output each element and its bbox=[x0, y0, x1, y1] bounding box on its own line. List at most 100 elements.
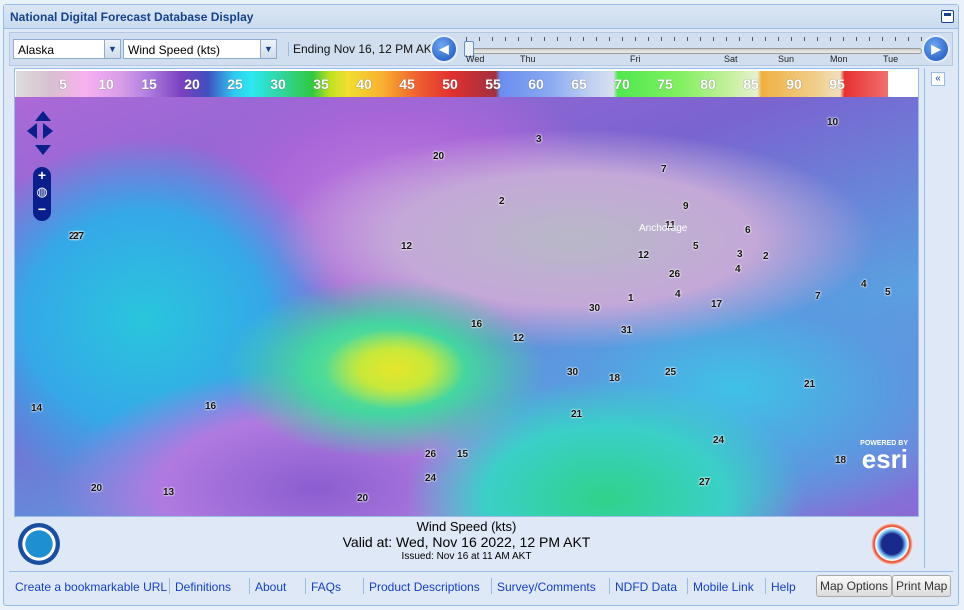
station-value: 21 bbox=[571, 409, 583, 420]
chevron-down-icon[interactable]: ▼ bbox=[104, 40, 120, 58]
station-value: 25 bbox=[665, 367, 677, 378]
legend-label: 80 bbox=[700, 76, 716, 92]
footer-link[interactable]: Product Descriptions bbox=[369, 580, 480, 594]
station-value: 24 bbox=[425, 473, 437, 484]
station-value: 20 bbox=[91, 483, 103, 494]
timeline-tick bbox=[505, 37, 506, 41]
legend-label: 25 bbox=[227, 76, 243, 92]
station-value: 2 bbox=[763, 251, 769, 262]
station-value: 27 bbox=[73, 231, 85, 242]
timeline-tick bbox=[635, 37, 636, 41]
footer-link[interactable]: About bbox=[255, 580, 286, 594]
nws-logo bbox=[871, 523, 913, 565]
station-value: 20 bbox=[357, 493, 369, 504]
timeline-tick bbox=[791, 37, 792, 41]
esri-logo: POWERED BY esri bbox=[860, 440, 908, 474]
station-value: 10 bbox=[827, 117, 839, 128]
map-options-button[interactable]: Map Options bbox=[816, 575, 893, 597]
legend-label: 75 bbox=[657, 76, 673, 92]
legend-label: 55 bbox=[485, 76, 501, 92]
timeline-tick bbox=[622, 37, 623, 41]
station-value: 7 bbox=[815, 291, 821, 302]
caption-issued-time: Issued: Nov 16 at 11 AM AKT bbox=[401, 551, 532, 562]
pan-left-icon[interactable] bbox=[17, 123, 37, 139]
timeline-tick bbox=[518, 37, 519, 41]
timeline-day-label: Sun bbox=[778, 54, 795, 64]
color-legend: 5 10 15 20 25 30 35 40 45 50 55 60 65 70 75 80 85 90 95 bbox=[15, 69, 918, 97]
globe-icon[interactable]: ◍ bbox=[33, 183, 51, 201]
timeline-day-label: Mon bbox=[830, 54, 848, 64]
station-value: 21 bbox=[804, 379, 816, 390]
pan-up-icon[interactable] bbox=[35, 101, 51, 121]
timeline-tick bbox=[856, 37, 857, 41]
footer-link[interactable]: Survey/Comments bbox=[497, 580, 596, 594]
link-separator bbox=[491, 578, 492, 594]
collapse-button[interactable]: « bbox=[931, 72, 945, 86]
legend-label: 85 bbox=[743, 76, 759, 92]
link-separator bbox=[687, 578, 688, 594]
timeline-tick bbox=[609, 37, 610, 41]
footer-link[interactable]: Create a bookmarkable URL bbox=[15, 580, 167, 594]
timeline-tick bbox=[804, 37, 805, 41]
station-value: 16 bbox=[471, 319, 483, 330]
footer-link[interactable]: FAQs bbox=[311, 580, 341, 594]
timeline-tick bbox=[817, 37, 818, 41]
legend-label: 95 bbox=[829, 76, 845, 92]
print-map-button[interactable]: Print Map bbox=[892, 575, 952, 597]
timeline-tick bbox=[583, 37, 584, 41]
timeline-tick bbox=[778, 37, 779, 41]
station-value: 17 bbox=[711, 299, 723, 310]
station-value: 5 bbox=[693, 241, 699, 252]
pan-down-icon[interactable] bbox=[35, 145, 51, 165]
timeline-tick bbox=[492, 37, 493, 41]
link-separator bbox=[609, 578, 610, 594]
caption-valid-time: Valid at: Wed, Nov 16 2022, 12 PM AKT bbox=[342, 534, 591, 550]
timeline-tick bbox=[843, 37, 844, 41]
ending-time: Ending Nov 16, 12 PM AKT bbox=[288, 42, 439, 56]
zoom-in-button[interactable]: + bbox=[33, 167, 51, 183]
link-separator bbox=[765, 578, 766, 594]
timeline-tick bbox=[674, 37, 675, 41]
legend-label: 45 bbox=[399, 76, 415, 92]
element-select[interactable]: Wind Speed (kts) ▼ bbox=[123, 39, 277, 59]
step-forward-button[interactable]: ▶ bbox=[922, 35, 950, 63]
legend-label: 50 bbox=[442, 76, 458, 92]
timeline-tick bbox=[752, 37, 753, 41]
timeline-day-label: Fri bbox=[630, 54, 641, 64]
legend-label: 65 bbox=[571, 76, 587, 92]
timeline-tick bbox=[531, 37, 532, 41]
pan-control[interactable] bbox=[25, 109, 61, 161]
legend-label: 40 bbox=[356, 76, 372, 92]
zoom-out-button[interactable]: − bbox=[33, 201, 51, 217]
step-back-button[interactable]: ◀ bbox=[430, 35, 458, 63]
esri-brand: esri bbox=[861, 444, 908, 474]
caption-element: Wind Speed (kts) bbox=[416, 519, 517, 534]
station-value: 5 bbox=[885, 287, 891, 298]
footer-link[interactable]: Help bbox=[771, 580, 796, 594]
timeline-tick bbox=[700, 37, 701, 41]
chevron-down-icon[interactable]: ▼ bbox=[260, 40, 276, 58]
map-caption: Wind Speed (kts) Valid at: Wed, Nov 16 2… bbox=[14, 518, 919, 568]
timeline-tick bbox=[713, 37, 714, 41]
region-select[interactable]: Alaska ▼ bbox=[13, 39, 121, 59]
side-panel: « bbox=[924, 68, 950, 568]
timeline-day-label: Sat bbox=[724, 54, 738, 64]
footer-link[interactable]: NDFD Data bbox=[615, 580, 677, 594]
station-value: 3 bbox=[737, 249, 743, 260]
station-value: 18 bbox=[835, 455, 847, 466]
footer-link[interactable]: Mobile Link bbox=[693, 580, 754, 594]
time-slider[interactable]: Wed Thu Fri Sat Sun Mon Tue bbox=[462, 35, 924, 65]
maximize-button[interactable] bbox=[941, 10, 954, 23]
footer-link[interactable]: Definitions bbox=[175, 580, 231, 594]
station-value: 20 bbox=[433, 151, 445, 162]
timeline-tick bbox=[544, 37, 545, 41]
timeline-tick bbox=[765, 37, 766, 41]
pan-right-icon[interactable] bbox=[43, 123, 63, 139]
station-value: 4 bbox=[861, 279, 867, 290]
timeline-tick bbox=[466, 37, 467, 41]
timeline-tick bbox=[557, 37, 558, 41]
forecast-map[interactable]: 10 3 7 20 2 9 11 6 5 3 2 Anchorage 4 12 12 27 26 4 17 7 4 5 1 3… bbox=[14, 68, 919, 517]
timeline-tick bbox=[908, 37, 909, 41]
region-value: Alaska bbox=[18, 43, 55, 57]
station-value: 27 bbox=[699, 477, 711, 488]
